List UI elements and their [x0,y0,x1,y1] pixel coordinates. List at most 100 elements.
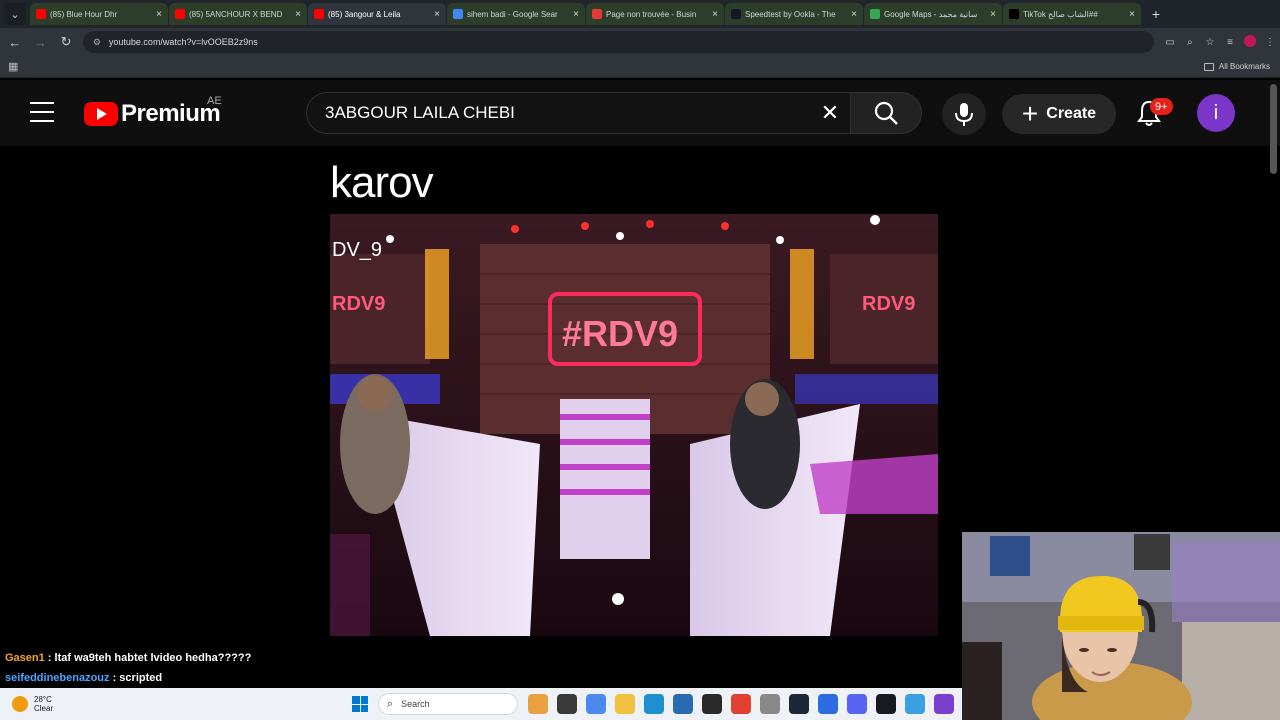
bookmark-star-icon[interactable]: ☆ [1200,37,1220,48]
forward-icon[interactable]: → [30,31,52,53]
tab-favicon-icon [1009,9,1019,19]
taskbar-search-placeholder: Search [401,699,430,709]
copilot-icon[interactable] [586,694,606,714]
tab-close-icon[interactable]: × [434,9,440,20]
weather-widget[interactable]: 28°C Clear [12,695,53,713]
browser-tab[interactable]: Google Maps - سانية محمد × [864,3,1002,25]
profile-icon[interactable] [1240,34,1260,50]
back-icon[interactable]: ← [4,31,26,53]
browser-tab[interactable]: (85) 5ANCHOUR X BEND × [169,3,307,25]
plus-icon: + [1021,98,1039,129]
tab-list: (85) Blue Hour Dhr × (85) 5ANCHOUR X BEND ×… [30,3,1142,25]
chrome-icon[interactable] [731,694,751,714]
tab-favicon-icon [870,9,880,19]
search-icon [874,101,898,125]
hamburger-menu-icon[interactable] [30,102,54,122]
tab-title: Page non trouvée - Busin [606,9,697,19]
file-explorer-icon[interactable] [615,694,635,714]
tab-close-icon[interactable]: × [156,9,162,20]
youtube-play-icon [84,102,118,126]
browser-tab[interactable]: (85) 3angour & Leila × [308,3,446,25]
tab-close-icon[interactable]: × [990,9,996,20]
steam-icon[interactable] [789,694,809,714]
video-frame-image: #RDV9 RDV9 RDV9 DV_9 [330,214,938,636]
webcam-overlay [962,532,1280,720]
account-avatar[interactable]: i [1197,94,1235,132]
country-code: AE [207,95,222,107]
settings-icon[interactable] [760,694,780,714]
weather-temperature: 28°C [34,695,52,704]
microphone-icon [955,103,973,126]
tab-favicon-icon [36,9,46,19]
browser-tab[interactable]: Page non trouvée - Busin × [586,3,724,25]
browser-tab[interactable]: sihem badi - Google Sear × [447,3,585,25]
reading-list-icon[interactable]: ≡ [1220,37,1240,48]
tab-close-icon[interactable]: × [295,9,301,20]
widgets-icon[interactable] [528,694,548,714]
browser-tab[interactable]: Speedtest by Ookla - The × [725,3,863,25]
chat-message: Gasen1 : ltaf wa9teh habtet lvideo hedha… [5,648,251,668]
url-text: youtube.com/watch?v=lvOOEB2z9ns [108,37,258,47]
site-info-icon[interactable]: ⚙ [93,37,101,48]
new-tab-icon[interactable]: + [1146,4,1166,24]
apps-grid-icon[interactable]: ▦ [8,60,18,73]
folder-icon [1203,62,1214,71]
svg-text:#RDV9: #RDV9 [562,313,678,354]
search-button[interactable] [850,92,922,134]
page-scrollbar[interactable] [1270,84,1277,174]
browser-toolbar: ← → ↻ ⚙ youtube.com/watch?v=lvOOEB2z9ns … [0,28,1280,56]
search-input-value: 3ABGOUR LAILA CHEBI [325,103,515,122]
chat-overlay: Gasen1 : ltaf wa9teh habtet lvideo hedha… [5,648,251,688]
weather-condition: Clear [34,704,54,713]
tab-close-icon[interactable]: × [573,9,579,20]
app-icon[interactable] [818,694,838,714]
task-view-icon[interactable] [557,694,577,714]
app-icon[interactable] [905,694,925,714]
youtube-header: Premium AE 3ABGOUR LAILA CHEBI ✕ + Creat… [0,80,1280,146]
tab-favicon-icon [314,9,324,19]
tab-close-icon[interactable]: × [712,9,718,20]
discord-icon[interactable] [847,694,867,714]
tab-search-icon[interactable]: ⌄ [4,3,26,25]
install-app-icon[interactable]: ▭ [1160,37,1180,48]
taskbar-apps [528,694,963,714]
tab-close-icon[interactable]: × [1129,9,1135,20]
store-icon[interactable] [673,694,693,714]
all-bookmarks-button[interactable]: All Bookmarks [1203,62,1270,71]
bookmarks-bar: ▦ All Bookmarks [0,56,1280,78]
voice-search-button[interactable] [942,93,986,135]
chat-message: seifeddinebenazouz : scripted [5,668,251,688]
windows-start-icon[interactable] [352,696,368,712]
zoom-icon[interactable]: ⌕ [1180,37,1200,48]
browser-tab[interactable]: (85) Blue Hour Dhr × [30,3,168,25]
search-icon: ⌕ [387,697,394,710]
create-label: Create [1046,105,1097,122]
browser-tab[interactable]: TikTok الشاب صالح## × [1003,3,1141,25]
steam-icon[interactable] [876,694,896,714]
windows-taskbar: 28°C Clear ⌕ Search [0,688,962,720]
svg-text:RDV9: RDV9 [862,293,915,315]
chat-username: Gasen1 [5,652,45,664]
notification-badge: 9+ [1150,98,1173,115]
youtube-logo[interactable]: Premium [84,100,221,128]
tab-title: (85) 5ANCHOUR X BEND [189,9,283,19]
taskbar-search[interactable]: ⌕ Search [378,693,518,715]
chat-text: : scripted [109,672,163,684]
obs-icon[interactable] [934,694,954,714]
video-player[interactable]: #RDV9 RDV9 RDV9 DV_9 [330,214,938,636]
browser-menu-icon[interactable]: ⋮ [1260,37,1280,48]
tab-close-icon[interactable]: × [851,9,857,20]
create-button[interactable]: + Create [1002,94,1116,134]
app-icon[interactable] [702,694,722,714]
svg-text:RDV9: RDV9 [332,293,385,315]
tab-title: Google Maps - سانية محمد [884,9,978,19]
clear-search-icon[interactable]: ✕ [812,92,848,134]
reload-icon[interactable]: ↻ [55,31,77,53]
webcam-image [962,532,1280,720]
edge-icon[interactable] [644,694,664,714]
tab-favicon-icon [731,9,741,19]
tab-favicon-icon [592,9,602,19]
address-bar[interactable]: ⚙ youtube.com/watch?v=lvOOEB2z9ns [82,31,1154,53]
search-input[interactable]: 3ABGOUR LAILA CHEBI [306,92,852,134]
all-bookmarks-label: All Bookmarks [1218,62,1270,71]
